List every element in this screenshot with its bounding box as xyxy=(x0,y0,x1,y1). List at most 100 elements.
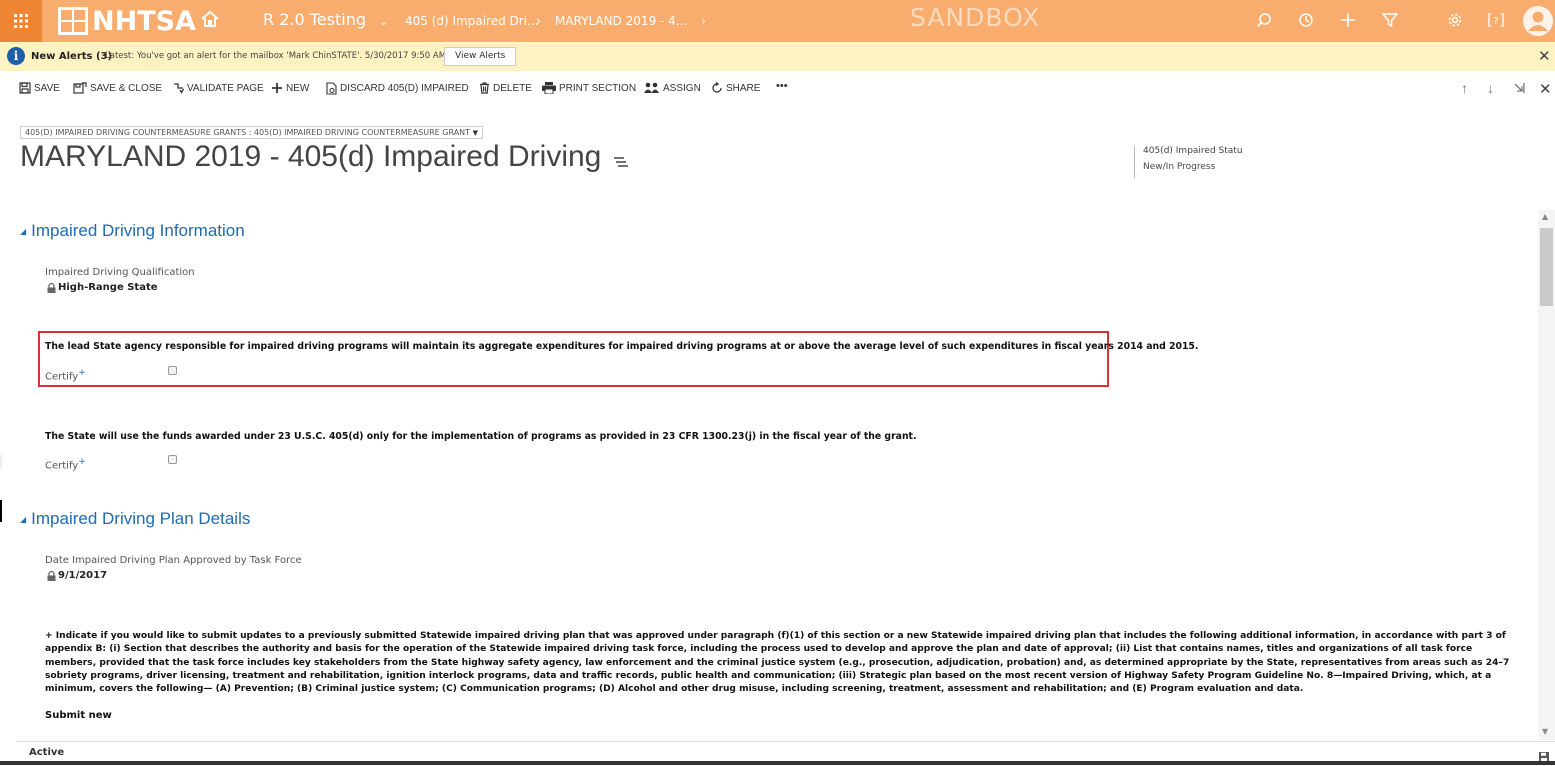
search-icon[interactable] xyxy=(1256,12,1272,32)
info-icon: i xyxy=(7,47,25,65)
scroll-up-arrow-icon[interactable]: ▲ xyxy=(1542,212,1548,221)
alert-message: Latest: You've got an alert for the mail… xyxy=(105,51,447,61)
qualification-value: High-Range State xyxy=(47,282,158,293)
lock-icon xyxy=(47,570,56,581)
certify-checkbox-1[interactable] xyxy=(168,366,177,375)
plan-approval-date-value: 9/1/2017 xyxy=(47,570,107,581)
area-selector[interactable]: R 2.0 Testing ⌄ xyxy=(263,10,388,29)
page-title: MARYLAND 2019 - 405(d) Impaired Driving xyxy=(20,140,628,175)
lock-icon xyxy=(47,282,56,293)
form-selector-label: 405(D) IMPAIRED DRIVING COUNTERMEASURE G… xyxy=(25,128,471,137)
certify-label-1-text: Certify xyxy=(45,371,79,383)
caret-down-icon: ▼ xyxy=(472,129,478,137)
scroll-down-arrow-icon[interactable]: ▼ xyxy=(1542,727,1548,736)
certify-label-1: Certify+ xyxy=(45,368,86,382)
svg-text:?: ? xyxy=(1493,16,1498,27)
plus-icon[interactable] xyxy=(1340,12,1356,32)
highlight-box xyxy=(38,331,1109,387)
top-navigation-bar: NHTSA R 2.0 Testing ⌄ 405 (d) Impaired D… xyxy=(0,0,1555,42)
delete-label: DELETE xyxy=(493,82,532,94)
pop-out-icon[interactable] xyxy=(1513,81,1525,97)
validate-page-label: VALIDATE PAGE xyxy=(187,82,264,94)
close-icon[interactable]: ✕ xyxy=(1538,47,1551,65)
alert-title: New Alerts (3) xyxy=(31,51,113,62)
new-button[interactable]: NEW xyxy=(271,82,309,94)
assign-icon xyxy=(644,82,659,93)
arrow-up-icon[interactable]: ↑ xyxy=(1461,80,1468,96)
discard-icon xyxy=(326,82,337,95)
arrow-down-icon[interactable]: ↓ xyxy=(1487,80,1494,96)
breadcrumb-record-label: MARYLAND 2019 - 4... xyxy=(555,14,688,28)
taskbar-strip xyxy=(0,761,1555,765)
chevron-down-icon: ⌄ xyxy=(379,15,389,28)
left-edge-marker xyxy=(0,500,2,522)
home-icon[interactable] xyxy=(200,9,220,33)
history-icon[interactable] xyxy=(1298,12,1314,32)
save-icon xyxy=(19,82,31,94)
certification-statement-1: The lead State agency responsible for im… xyxy=(45,341,1199,352)
share-icon xyxy=(712,82,722,93)
breadcrumb-entity-label: 405 (d) Impaired Dri... xyxy=(405,14,539,28)
breadcrumb-record[interactable]: MARYLAND 2019 - 4... › xyxy=(555,14,706,28)
section-impaired-driving-plan-details[interactable]: ◢ Impaired Driving Plan Details xyxy=(20,509,250,529)
plan-approval-date-text: 9/1/2017 xyxy=(58,570,108,581)
notification-bar: i New Alerts (3) Latest: You've got an a… xyxy=(0,42,1555,71)
save-label: SAVE xyxy=(34,82,60,94)
assign-button[interactable]: ASSIGN xyxy=(644,82,701,94)
discard-label: DISCARD 405(D) IMPAIRED xyxy=(340,83,469,94)
area-label: R 2.0 Testing xyxy=(263,10,366,29)
trash-icon xyxy=(480,82,489,94)
close-form-icon[interactable]: ✕ xyxy=(1539,80,1552,98)
share-button[interactable]: SHARE xyxy=(711,82,760,94)
environment-watermark: SANDBOX xyxy=(910,3,1041,32)
save-close-icon xyxy=(73,82,87,94)
collapse-triangle-icon: ◢ xyxy=(20,515,27,525)
plan-update-instructions: + Indicate if you would like to submit u… xyxy=(45,631,1510,695)
certification-statement-2: The State will use the funds awarded und… xyxy=(45,431,917,442)
required-marker: + xyxy=(78,457,86,467)
plus-icon xyxy=(272,83,282,93)
scrollbar-thumb[interactable] xyxy=(1540,228,1553,306)
filter-icon[interactable] xyxy=(1381,12,1399,32)
gear-icon[interactable] xyxy=(1447,12,1463,32)
nhtsa-logo: NHTSA xyxy=(58,5,196,37)
left-edge-marker xyxy=(0,455,2,469)
header-status-field: 405(d) Impaired Statu New/In Progress xyxy=(1134,146,1244,178)
required-marker: + xyxy=(78,368,86,378)
save-button[interactable]: SAVE xyxy=(19,82,60,94)
section-impaired-driving-information[interactable]: ◢ Impaired Driving Information xyxy=(20,221,245,241)
validate-icon xyxy=(174,83,184,94)
save-close-label: SAVE & CLOSE xyxy=(90,82,163,94)
more-commands-button[interactable]: ••• xyxy=(776,80,788,92)
logo-text: NHTSA xyxy=(92,5,196,37)
chevron-right-icon: › xyxy=(536,14,541,28)
delete-button[interactable]: DELETE xyxy=(479,82,532,94)
header-status-label: 405(d) Impaired Statu xyxy=(1143,146,1243,156)
title-menu-icon[interactable] xyxy=(613,141,628,175)
certify-checkbox-2[interactable] xyxy=(168,455,177,464)
print-section-label: PRINT SECTION xyxy=(559,82,637,94)
printer-icon xyxy=(542,82,556,94)
validate-page-button[interactable]: VALIDATE PAGE xyxy=(173,82,264,94)
submit-new-label: Submit new xyxy=(45,710,112,721)
breadcrumb-entity[interactable]: 405 (d) Impaired Dri... xyxy=(405,14,538,28)
assign-label: ASSIGN xyxy=(663,82,701,94)
qualification-label: Impaired Driving Qualification xyxy=(45,267,195,278)
save-close-button[interactable]: SAVE & CLOSE xyxy=(73,82,162,94)
new-label: NEW xyxy=(286,82,310,94)
app-launcher-icon[interactable] xyxy=(0,0,42,42)
discard-button[interactable]: DISCARD 405(D) IMPAIRED xyxy=(326,82,469,95)
certify-label-2-text: Certify xyxy=(45,460,79,472)
qualification-text: High-Range State xyxy=(58,282,158,293)
form-selector[interactable]: 405(D) IMPAIRED DRIVING COUNTERMEASURE G… xyxy=(20,126,483,139)
view-alerts-button[interactable]: View Alerts xyxy=(444,47,517,66)
section-title-label: Impaired Driving Information xyxy=(31,221,245,240)
print-section-button[interactable]: PRINT SECTION xyxy=(542,82,636,94)
nhtsa-logo-mark xyxy=(58,7,88,35)
command-bar: SAVE SAVE & CLOSE VALIDATE PAGE NEW DISC… xyxy=(0,72,1555,104)
header-status-value: New/In Progress xyxy=(1143,162,1244,172)
help-icon[interactable]: ? xyxy=(1488,12,1504,32)
avatar[interactable] xyxy=(1523,6,1553,40)
record-title: MARYLAND 2019 - 405(d) Impaired Driving xyxy=(20,140,602,173)
section-title-label: Impaired Driving Plan Details xyxy=(31,509,251,528)
